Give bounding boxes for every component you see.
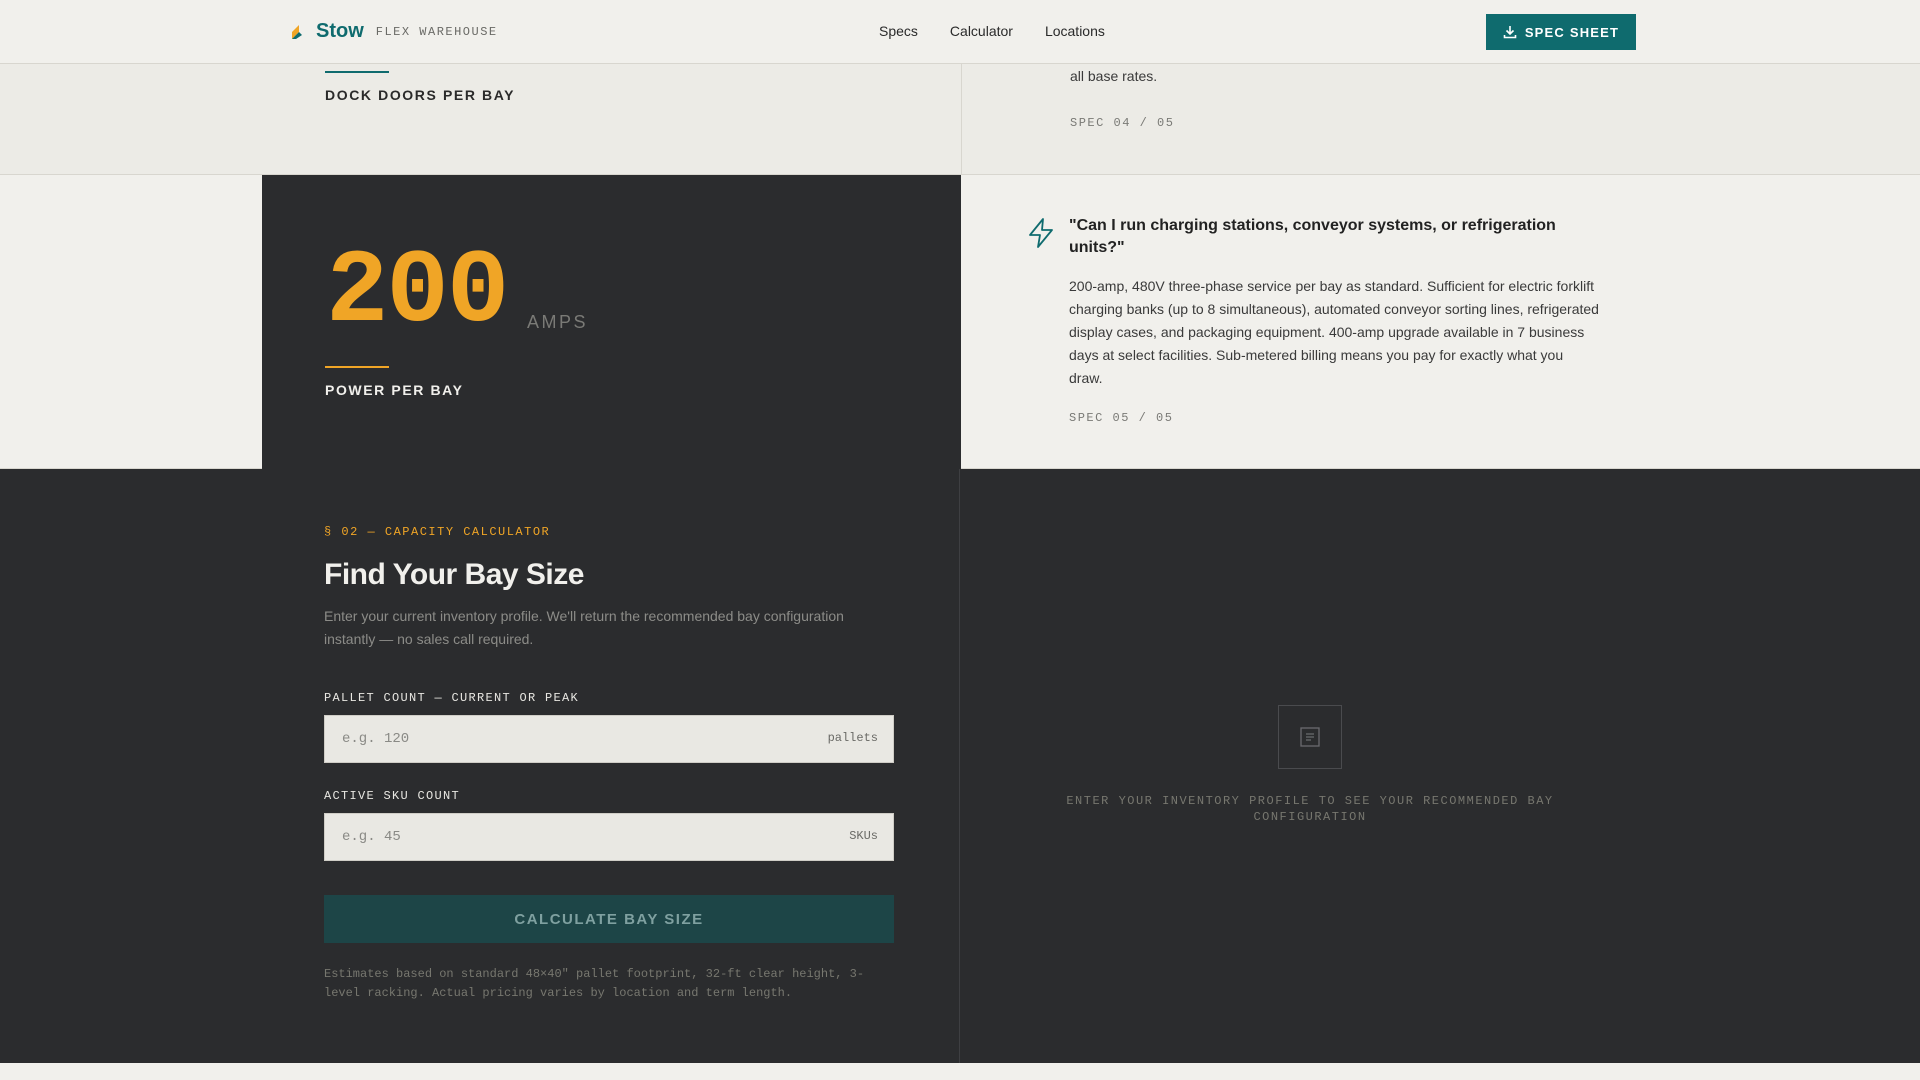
empty-state-box <box>1278 705 1342 769</box>
calculator-footnote: Estimates based on standard 48×40" palle… <box>324 967 865 1000</box>
calculator-form: § 02 — CAPACITY CALCULATOR Find Your Bay… <box>324 469 894 1063</box>
empty-state-message: ENTER YOUR INVENTORY PROFILE TO SEE YOUR… <box>1066 794 1554 824</box>
capacity-calculator-section: § 02 — CAPACITY CALCULATOR Find Your Bay… <box>0 469 1920 1063</box>
spec-04-index: SPEC 04 / 05 <box>1070 116 1175 130</box>
calculator-description: Enter your current inventory profile. We… <box>324 608 844 647</box>
top-navigation: Stow FLEX WAREHOUSE Specs Calculator Loc… <box>0 0 1920 64</box>
pallet-count-input[interactable] <box>325 716 795 762</box>
calculate-bay-size-button[interactable]: CALCULATE BAY SIZE <box>324 895 894 943</box>
pallet-count-field[interactable]: pallets <box>324 715 894 763</box>
document-icon <box>1300 727 1320 747</box>
spec-sheet-button[interactable]: SPEC SHEET <box>1486 14 1636 50</box>
sku-count-field[interactable]: SKUs <box>324 813 894 861</box>
accent-divider <box>325 366 389 368</box>
section-eyebrow: § 02 — CAPACITY CALCULATOR <box>324 525 551 539</box>
nav-link-specs[interactable]: Specs <box>879 23 918 39</box>
leaf-logo-icon <box>292 24 302 39</box>
pallet-count-label: PALLET COUNT — CURRENT OR PEAK <box>324 691 580 705</box>
spec-04-answer-tail: all base rates. <box>1070 68 1158 84</box>
spec-sheet-label: SPEC SHEET <box>1524 24 1620 40</box>
pallet-unit: pallets <box>827 731 878 745</box>
nav-links: Specs Calculator Locations <box>879 23 1137 39</box>
sku-count-label: ACTIVE SKU COUNT <box>324 789 461 803</box>
spec-04-label: DOCK DOORS PER BAY <box>325 87 516 103</box>
nav-link-locations[interactable]: Locations <box>1045 23 1105 39</box>
spec-05-answer: 200-amp, 480V three-phase service per ba… <box>1069 278 1599 386</box>
lightning-bolt-icon <box>1029 218 1053 248</box>
brand-logo[interactable]: Stow FLEX WAREHOUSE <box>290 20 498 43</box>
calculator-title: Find Your Bay Size <box>324 558 584 591</box>
spec-05-label: POWER PER BAY <box>325 382 464 398</box>
brand-tagline: FLEX WAREHOUSE <box>375 24 498 39</box>
spec-05-stat-panel: 200 AMPS POWER PER BAY <box>262 175 961 469</box>
power-unit: AMPS <box>527 312 589 332</box>
power-value: 200 <box>326 234 509 352</box>
next-section-edge <box>0 1063 1920 1080</box>
spec-row-05: 200 AMPS POWER PER BAY "Can I run chargi… <box>0 175 1920 469</box>
brand-name: Stow <box>316 20 364 42</box>
nav-link-calculator[interactable]: Calculator <box>950 23 1013 39</box>
spec-05-index: SPEC 05 / 05 <box>1069 411 1174 425</box>
download-icon <box>1503 26 1517 39</box>
spec-05-detail-panel: "Can I run charging stations, conveyor s… <box>961 175 1920 469</box>
accent-divider <box>325 71 389 73</box>
sku-unit: SKUs <box>849 829 878 843</box>
spec-05-question: "Can I run charging stations, conveyor s… <box>1069 217 1556 256</box>
results-panel: ENTER YOUR INVENTORY PROFILE TO SEE YOUR… <box>960 469 1920 1063</box>
sku-count-input[interactable] <box>325 814 795 860</box>
